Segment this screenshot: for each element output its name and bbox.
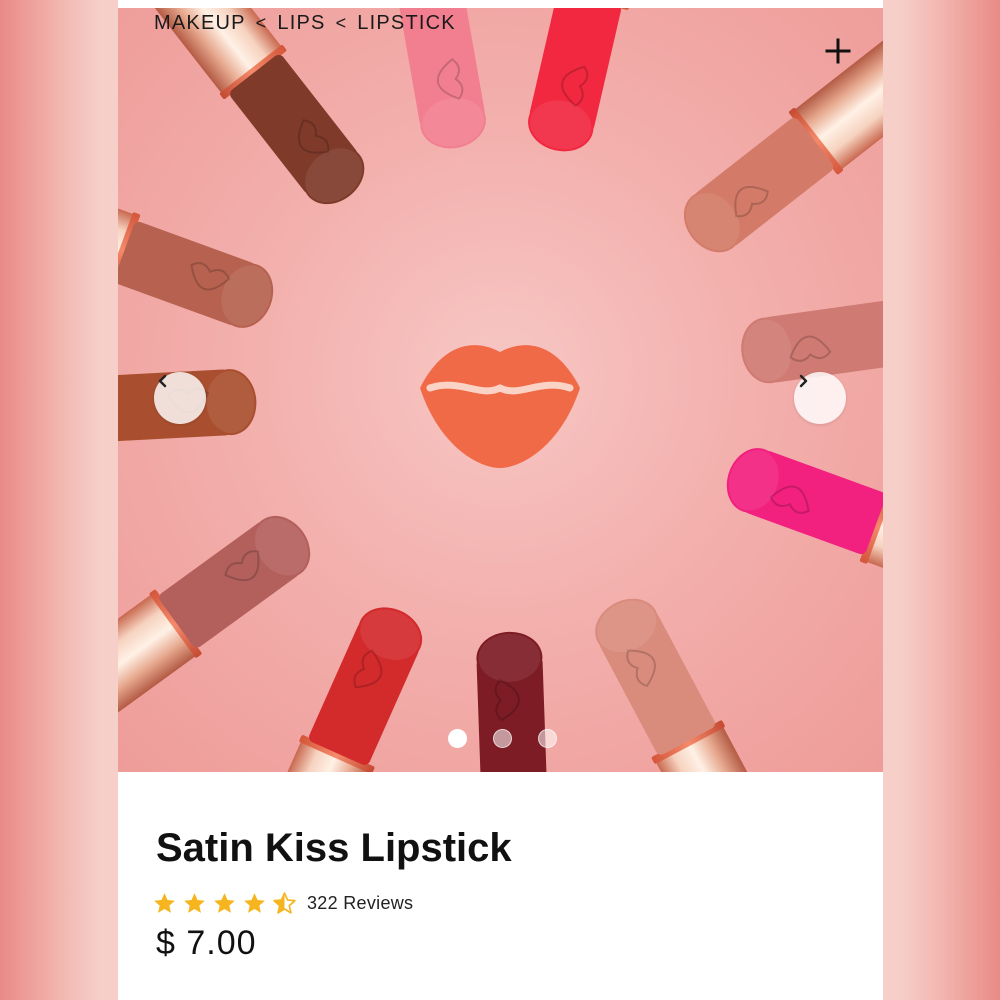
breadcrumb-item-lips[interactable]: LIPS: [277, 12, 325, 35]
carousel-prev-button[interactable]: [154, 372, 206, 424]
star-half-icon: [272, 891, 297, 916]
star-full-icon: [182, 891, 207, 916]
carousel-dot-2[interactable]: [493, 729, 512, 748]
product-price: $ 7.00: [156, 924, 257, 962]
star-full-icon: [212, 891, 237, 916]
chevron-left-icon: [158, 374, 167, 388]
star-rating: [152, 891, 297, 916]
star-full-icon: [242, 891, 267, 916]
lips-shape: [420, 345, 580, 468]
chevron-right-icon: [799, 374, 808, 388]
product-image-carousel[interactable]: MAKEUP < LIPS < LIPSTICK: [118, 8, 883, 772]
carousel-dot-1[interactable]: [448, 729, 467, 748]
review-count-link[interactable]: 322 Reviews: [307, 893, 413, 914]
breadcrumb: MAKEUP < LIPS < LIPSTICK: [154, 12, 456, 35]
breadcrumb-separator: <: [255, 13, 268, 33]
star-full-icon: [152, 891, 177, 916]
breadcrumb-item-lipstick[interactable]: LIPSTICK: [357, 12, 456, 35]
product-rating[interactable]: 322 Reviews: [152, 891, 413, 916]
carousel-dots: [448, 729, 557, 748]
product-page: MAKEUP < LIPS < LIPSTICK Satin Kiss Lips…: [118, 0, 883, 1000]
carousel-next-button[interactable]: [794, 372, 846, 424]
lipstick-photo: [118, 8, 883, 772]
breadcrumb-item-makeup[interactable]: MAKEUP: [154, 12, 246, 35]
plus-icon: [825, 38, 851, 64]
add-button[interactable]: [825, 38, 861, 74]
carousel-dot-3[interactable]: [538, 729, 557, 748]
product-title: Satin Kiss Lipstick: [156, 826, 512, 870]
breadcrumb-separator: <: [335, 13, 348, 33]
